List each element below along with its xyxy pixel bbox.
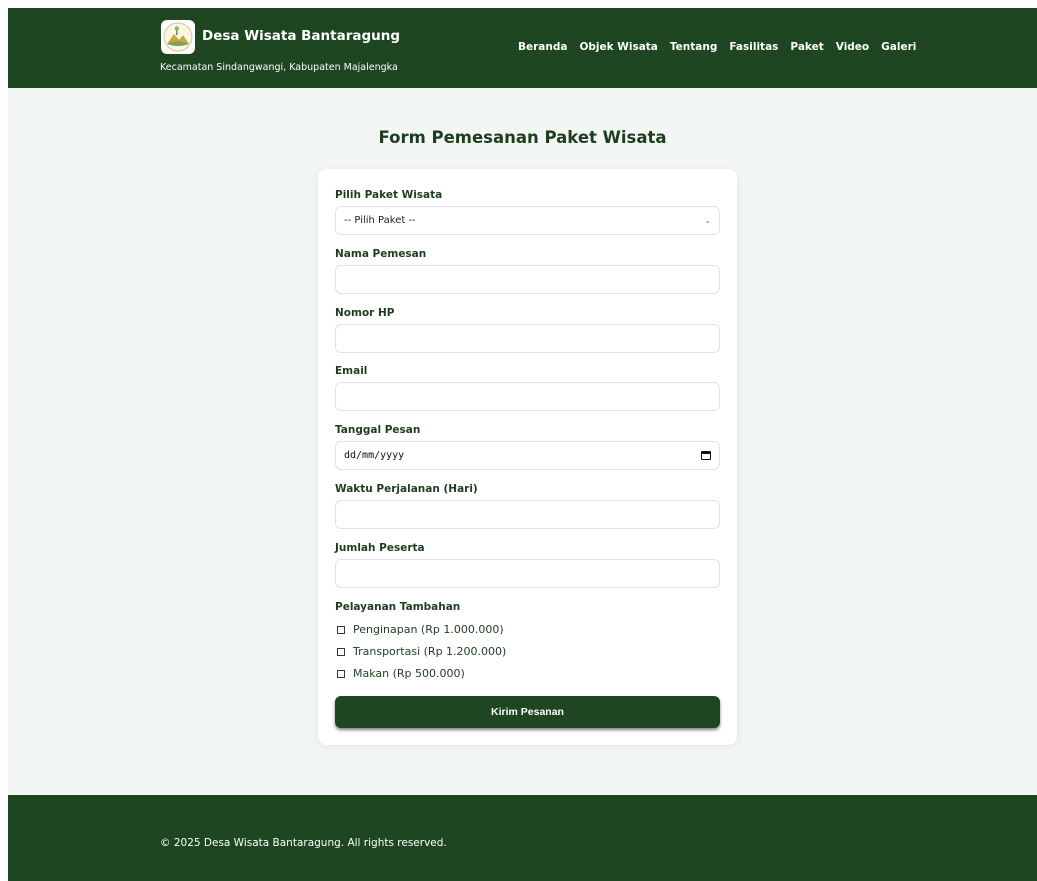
layanan-label: Pelayanan Tambahan bbox=[335, 601, 461, 613]
waktu-label: Waktu Perjalanan (Hari) bbox=[335, 483, 478, 495]
page-frame: Desa Wisata Bantaragung Kecamatan Sindan… bbox=[8, 8, 1037, 881]
booking-form-card: Pilih Paket Wisata -- Pilih Paket -- ⌄ N… bbox=[318, 169, 737, 745]
brand-subtitle: Kecamatan Sindangwangi, Kabupaten Majale… bbox=[160, 62, 398, 73]
layanan-option-penginapan[interactable]: Penginapan (Rp 1.000.000) bbox=[337, 623, 504, 636]
nav-fasilitas[interactable]: Fasilitas bbox=[729, 41, 778, 53]
penginapan-label: Penginapan (Rp 1.000.000) bbox=[353, 623, 504, 636]
email-label: Email bbox=[335, 365, 368, 377]
waktu-input[interactable] bbox=[335, 500, 720, 529]
nama-label: Nama Pemesan bbox=[335, 248, 427, 260]
tanggal-input[interactable]: dd/mm/yyyy bbox=[335, 441, 720, 470]
hp-input[interactable] bbox=[335, 324, 720, 353]
nama-input[interactable] bbox=[335, 265, 720, 294]
copyright-text: © 2025 Desa Wisata Bantaragung. All righ… bbox=[160, 837, 447, 849]
paket-select[interactable]: -- Pilih Paket -- ⌄ bbox=[335, 206, 720, 235]
main-nav: Beranda Objek Wisata Tentang Fasilitas P… bbox=[518, 41, 916, 53]
site-footer: © 2025 Desa Wisata Bantaragung. All righ… bbox=[8, 795, 1037, 881]
email-input[interactable] bbox=[335, 382, 720, 411]
nav-paket[interactable]: Paket bbox=[790, 41, 823, 53]
submit-button[interactable]: Kirim Pesanan bbox=[335, 696, 720, 728]
tanggal-label: Tanggal Pesan bbox=[335, 424, 421, 436]
nav-tentang[interactable]: Tentang bbox=[670, 41, 717, 53]
paket-label: Pilih Paket Wisata bbox=[335, 189, 443, 201]
makan-checkbox[interactable] bbox=[337, 669, 345, 678]
jumlah-input[interactable] bbox=[335, 559, 720, 588]
nav-video[interactable]: Video bbox=[836, 41, 869, 53]
penginapan-checkbox[interactable] bbox=[337, 625, 345, 634]
brand-title[interactable]: Desa Wisata Bantaragung bbox=[202, 28, 400, 44]
layanan-option-makan[interactable]: Makan (Rp 500.000) bbox=[337, 667, 465, 680]
transportasi-checkbox[interactable] bbox=[337, 647, 345, 656]
makan-label: Makan (Rp 500.000) bbox=[353, 667, 465, 680]
chevron-down-icon: ⌄ bbox=[704, 216, 711, 225]
hp-label: Nomor HP bbox=[335, 307, 395, 319]
jumlah-label: Jumlah Peserta bbox=[335, 542, 425, 554]
page-title: Form Pemesanan Paket Wisata bbox=[378, 128, 667, 147]
site-header: Desa Wisata Bantaragung Kecamatan Sindan… bbox=[8, 8, 1037, 88]
paket-select-value: -- Pilih Paket -- bbox=[344, 215, 416, 226]
nav-objek-wisata[interactable]: Objek Wisata bbox=[579, 41, 657, 53]
village-logo[interactable] bbox=[161, 20, 195, 54]
transportasi-label: Transportasi (Rp 1.200.000) bbox=[353, 645, 507, 658]
nav-beranda[interactable]: Beranda bbox=[518, 41, 567, 53]
nav-galeri[interactable]: Galeri bbox=[881, 41, 916, 53]
tanggal-placeholder: dd/mm/yyyy bbox=[344, 450, 405, 461]
calendar-icon[interactable] bbox=[701, 451, 711, 460]
layanan-option-transportasi[interactable]: Transportasi (Rp 1.200.000) bbox=[337, 645, 506, 658]
